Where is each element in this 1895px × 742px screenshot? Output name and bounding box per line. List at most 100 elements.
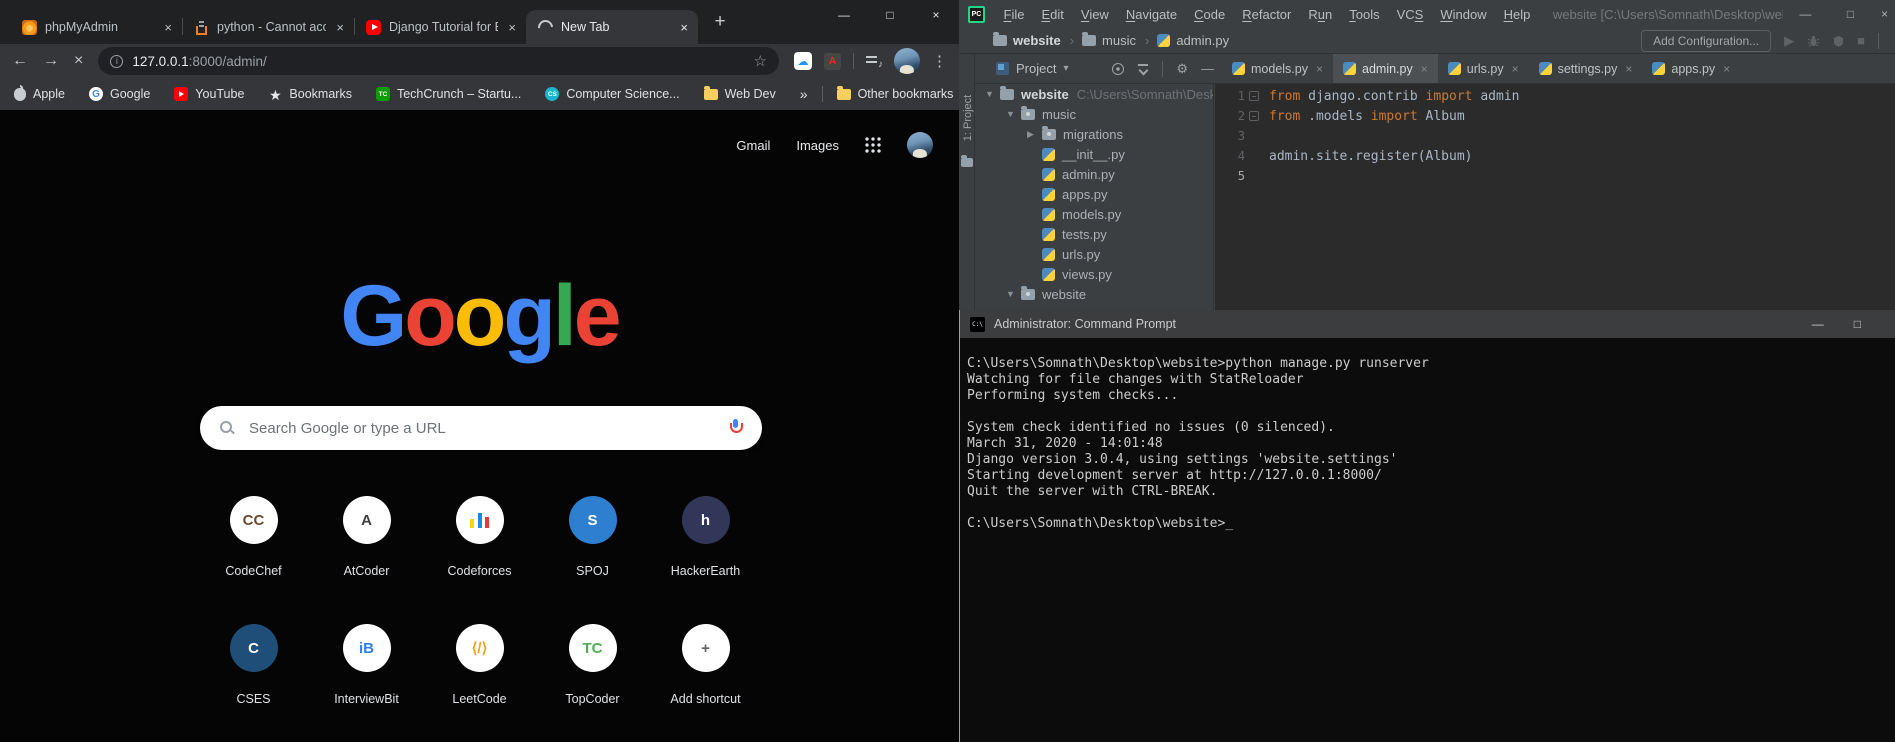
icloud-extension-icon[interactable] — [794, 52, 812, 70]
editor-tab[interactable]: urls.py × — [1438, 54, 1529, 83]
search-box[interactable] — [200, 406, 762, 450]
browser-tab[interactable]: phpMyAdmin × — [10, 10, 182, 44]
menu-item[interactable]: Run — [1300, 7, 1341, 22]
tab-close-icon[interactable]: × — [334, 20, 346, 35]
bookmark-item[interactable]: Web Dev — [703, 85, 776, 101]
tab-close-icon[interactable]: × — [1721, 62, 1730, 76]
browser-tab[interactable]: python - Cannot acces × — [182, 10, 354, 44]
breadcrumb-item[interactable]: › admin.py — [1143, 33, 1229, 48]
editor-tab[interactable]: settings.py × — [1529, 54, 1643, 83]
code-editor[interactable]: 1 from django.contrib import admin 2 fro… — [1215, 84, 1895, 310]
bookmark-item[interactable]: TechCrunch – Startu... — [375, 87, 521, 101]
bookmark-item[interactable]: YouTube — [174, 87, 244, 101]
collapse-all-icon[interactable] — [1137, 63, 1149, 74]
bookmark-item[interactable]: Google — [88, 87, 150, 101]
shortcut-tile[interactable]: C CSES — [197, 614, 310, 742]
run-button[interactable]: ▶ — [1784, 33, 1794, 49]
terminal-output[interactable]: C:\Users\Somnath\Desktop\website>python … — [960, 338, 1895, 532]
locate-file-icon[interactable] — [1112, 62, 1125, 75]
breadcrumb-item[interactable]: website — [983, 32, 1061, 48]
stop-button[interactable]: ■ — [1857, 33, 1865, 48]
editor-tab[interactable]: apps.py × — [1642, 54, 1740, 83]
close-button[interactable]: × — [1873, 7, 1895, 21]
gmail-link[interactable]: Gmail — [736, 138, 770, 153]
expand-arrow-icon[interactable]: ▼ — [1006, 289, 1021, 299]
chevron-down-icon[interactable]: ▾ — [1063, 63, 1068, 74]
tree-item[interactable]: ▶ migrations — [975, 124, 1213, 144]
shortcut-tile[interactable]: TC TopCoder — [536, 614, 649, 742]
menu-item[interactable]: Window — [1432, 7, 1495, 22]
shortcut-tile[interactable]: CC CodeChef — [197, 486, 310, 614]
menu-item[interactable]: File — [995, 7, 1033, 22]
menu-item[interactable]: Help — [1495, 7, 1539, 22]
images-link[interactable]: Images — [796, 138, 839, 153]
expand-arrow-icon[interactable]: ▶ — [1027, 129, 1042, 140]
expand-arrow-icon[interactable]: ▼ — [1006, 109, 1021, 119]
tab-close-icon[interactable]: × — [1510, 62, 1519, 76]
tab-close-icon[interactable]: × — [1419, 62, 1428, 76]
other-bookmarks-folder[interactable]: Other bookmarks — [836, 85, 953, 101]
menu-item[interactable]: View — [1072, 7, 1117, 22]
minimize-button[interactable]: — — [821, 0, 867, 30]
menu-item[interactable]: Refactor — [1234, 7, 1300, 22]
shortcut-tile[interactable]: iB InterviewBit — [310, 614, 423, 742]
browser-menu-kebab-icon[interactable]: ⋮ — [932, 52, 947, 70]
bookmark-item[interactable]: Bookmarks — [268, 87, 352, 101]
forward-button[interactable]: → — [43, 53, 59, 69]
gear-icon[interactable]: ⚙ — [1176, 61, 1188, 77]
tree-item[interactable]: apps.py — [975, 184, 1213, 204]
google-apps-grid-icon[interactable] — [865, 137, 881, 153]
menu-item[interactable]: Navigate — [1117, 7, 1185, 22]
bookmarks-overflow-icon[interactable]: » — [800, 86, 808, 102]
tab-close-icon[interactable]: × — [162, 20, 174, 35]
adobe-acrobat-extension-icon[interactable] — [824, 52, 841, 70]
fold-marker-icon[interactable] — [1245, 91, 1262, 101]
tab-close-icon[interactable]: × — [678, 20, 690, 35]
browser-tab[interactable]: Django Tutorial for Be × — [354, 10, 526, 44]
tree-item[interactable]: urls.py — [975, 244, 1213, 264]
back-button[interactable]: ← — [12, 53, 28, 69]
tree-item[interactable]: ▼ music — [975, 104, 1213, 124]
close-button[interactable]: × — [913, 0, 959, 30]
hide-panel-icon[interactable]: — — [1201, 61, 1214, 76]
tree-item[interactable]: admin.py — [975, 164, 1213, 184]
profile-avatar[interactable] — [894, 48, 920, 74]
fold-marker-icon[interactable] — [1245, 111, 1262, 121]
tree-item[interactable]: ▼ website C:\Users\Somnath\Desktop — [975, 84, 1213, 104]
google-account-avatar[interactable] — [907, 132, 933, 158]
bookmark-item[interactable]: Computer Science... — [545, 87, 680, 101]
maximize-button[interactable]: □ — [1828, 7, 1873, 21]
menu-item[interactable]: VCS — [1388, 7, 1432, 22]
menu-item[interactable]: Tools — [1341, 7, 1388, 22]
bookmark-star-icon[interactable]: ☆ — [754, 52, 767, 70]
minimize-button[interactable]: — — [1783, 7, 1828, 21]
shortcut-tile[interactable]: S SPOJ — [536, 486, 649, 614]
shortcut-tile[interactable]: A AtCoder — [310, 486, 423, 614]
minimize-button[interactable]: — — [1812, 317, 1824, 331]
expand-arrow-icon[interactable]: ▼ — [985, 89, 1000, 99]
search-input[interactable] — [247, 418, 715, 438]
tree-item[interactable]: __init__.py — [975, 144, 1213, 164]
shortcut-tile[interactable]: + Add shortcut — [649, 614, 762, 742]
tree-item[interactable]: tests.py — [975, 224, 1213, 244]
browser-tab[interactable]: New Tab × — [526, 10, 698, 44]
maximize-button[interactable]: □ — [1854, 317, 1861, 331]
new-tab-button[interactable]: + — [706, 8, 734, 36]
coverage-shield-icon[interactable] — [1833, 35, 1844, 47]
add-configuration-button[interactable]: Add Configuration... — [1641, 29, 1772, 52]
project-tool-button[interactable]: 1: Project — [962, 83, 974, 153]
stop-button[interactable]: × — [74, 53, 83, 69]
editor-tab[interactable]: models.py × — [1222, 54, 1333, 83]
tab-close-icon[interactable]: × — [1623, 62, 1632, 76]
tree-item[interactable]: models.py — [975, 204, 1213, 224]
project-panel-header[interactable]: Project ▾ ⚙ — — [975, 54, 1222, 83]
playlist-icon[interactable] — [866, 54, 883, 70]
tree-item[interactable]: views.py — [975, 264, 1213, 284]
bookmark-item[interactable]: Apple — [14, 84, 65, 101]
shortcut-tile[interactable]: Codeforces — [423, 486, 536, 614]
site-info-icon[interactable] — [110, 54, 124, 68]
debug-bug-icon[interactable] — [1807, 35, 1820, 47]
editor-tab[interactable]: admin.py × — [1333, 54, 1438, 83]
address-bar[interactable]: 127.0.0.1:8000/admin/ ☆ — [98, 47, 779, 75]
tab-close-icon[interactable]: × — [506, 20, 518, 35]
